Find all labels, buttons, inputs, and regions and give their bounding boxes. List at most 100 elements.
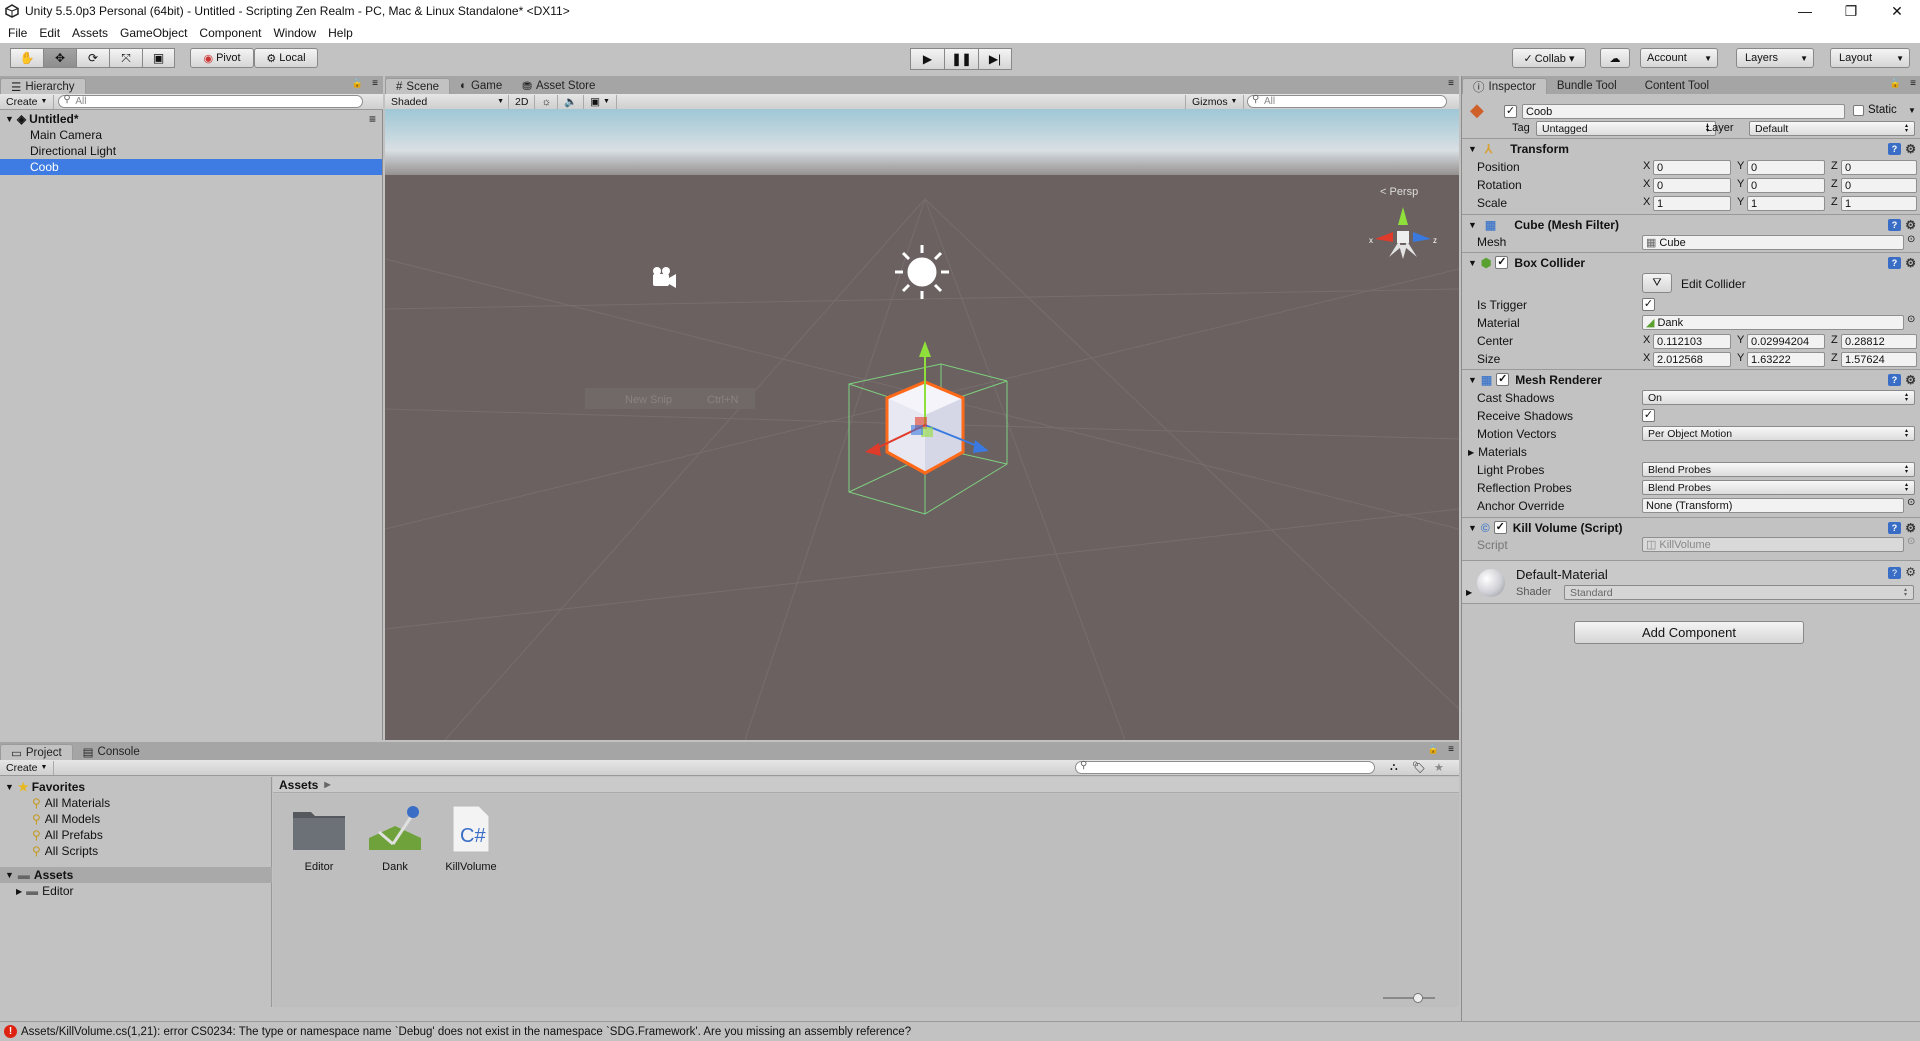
cast-shadows-dropdown[interactable]: On xyxy=(1642,390,1915,405)
lighting-toggle[interactable]: ☼ xyxy=(535,94,559,109)
search-by-label-icon[interactable]: 🏷 xyxy=(1412,761,1426,774)
position-z-field[interactable]: 0 xyxy=(1841,160,1917,175)
hierarchy-item-selected[interactable]: Coob xyxy=(0,159,382,175)
gear-icon[interactable]: ⚙ xyxy=(1905,521,1916,535)
enabled-checkbox[interactable]: ✓ xyxy=(1493,521,1507,534)
menu-assets[interactable]: Assets xyxy=(72,26,108,40)
rotation-x-field[interactable]: 0 xyxy=(1653,178,1731,193)
mesh-object-field[interactable]: ▦ Cube xyxy=(1642,235,1904,250)
pivot-toggle[interactable]: ◉ Pivot xyxy=(190,48,254,68)
lock-icon[interactable]: 🔒 xyxy=(352,78,363,89)
motion-vectors-dropdown[interactable]: Per Object Motion xyxy=(1642,426,1915,441)
box-collider-header[interactable]: ▼ ⬢ ✓ Box Collider ? ⚙ xyxy=(1462,252,1920,272)
maximize-button[interactable]: ❐ xyxy=(1828,0,1874,22)
menu-file[interactable]: File xyxy=(8,26,27,40)
enabled-checkbox[interactable]: ✓ xyxy=(1496,373,1510,386)
close-button[interactable]: ✕ xyxy=(1874,0,1920,22)
add-component-button[interactable]: Add Component xyxy=(1574,621,1804,644)
move-tool-button[interactable]: ✥ xyxy=(43,48,76,68)
project-search-input[interactable] xyxy=(1075,760,1375,774)
reflection-probes-dropdown[interactable]: Blend Probes xyxy=(1642,480,1915,495)
play-button[interactable]: ▶ xyxy=(910,48,944,70)
foldout-arrow-icon[interactable]: ▶ xyxy=(1466,588,1472,597)
asset-item[interactable]: C# KillVolume xyxy=(437,804,505,884)
scene-root[interactable]: ▼ ◈ Untitled* ≡ xyxy=(0,111,382,127)
lock-icon[interactable]: 🔒 xyxy=(1890,78,1901,89)
slider-thumb[interactable] xyxy=(1413,993,1423,1003)
layout-dropdown[interactable]: Layout ▼ xyxy=(1830,48,1910,68)
scene-render[interactable]: New Snip Ctrl+N x z < Persp xyxy=(385,109,1459,740)
static-checkbox[interactable] xyxy=(1853,105,1864,116)
receive-shadows-checkbox[interactable]: ✓ xyxy=(1642,409,1655,422)
tab-scene[interactable]: # Scene xyxy=(385,78,451,94)
tab-hierarchy[interactable]: ☰ Hierarchy xyxy=(0,78,86,94)
cloud-button[interactable]: ☁ xyxy=(1600,48,1630,68)
scene-search-input[interactable]: All xyxy=(1247,94,1447,108)
status-bar[interactable]: ! Assets/KillVolume.cs(1,21): error CS02… xyxy=(0,1021,1920,1041)
tab-content-tool[interactable]: Content Tool xyxy=(1635,78,1719,94)
light-probes-dropdown[interactable]: Blend Probes xyxy=(1642,462,1915,477)
project-create-button[interactable]: Create ▼ xyxy=(0,760,55,775)
shader-dropdown[interactable]: Standard xyxy=(1564,585,1914,600)
favorite-star-icon[interactable]: ★ xyxy=(1434,761,1444,774)
scene-menu-icon[interactable]: ≡ xyxy=(369,112,376,126)
object-name-field[interactable]: Coob xyxy=(1522,104,1845,119)
favorites-root[interactable]: ▼ ★ Favorites xyxy=(0,779,272,795)
minimize-button[interactable]: — xyxy=(1782,0,1828,22)
gear-icon[interactable]: ⚙ xyxy=(1905,256,1916,270)
tag-dropdown[interactable]: Untagged xyxy=(1536,121,1716,136)
help-icon[interactable]: ? xyxy=(1888,373,1901,386)
mesh-filter-header[interactable]: ▼ ▦ Cube (Mesh Filter) ? ⚙ xyxy=(1462,214,1920,234)
assets-root[interactable]: ▼ ▬ Assets xyxy=(0,867,272,883)
active-checkbox[interactable]: ✓ xyxy=(1504,105,1517,118)
panel-menu-icon[interactable]: ≡ xyxy=(1910,78,1916,89)
tab-console[interactable]: ▤ Console xyxy=(73,744,150,760)
materials-row[interactable]: ▶ Materials xyxy=(1462,443,1920,461)
favorite-item[interactable]: ⚲ All Scripts xyxy=(0,843,272,859)
hierarchy-search-input[interactable]: All xyxy=(58,94,364,108)
tab-project[interactable]: ▭ Project xyxy=(0,744,73,760)
size-x-field[interactable]: 2.012568 xyxy=(1653,352,1731,367)
rotation-y-field[interactable]: 0 xyxy=(1747,178,1825,193)
anchor-override-field[interactable]: None (Transform) xyxy=(1642,498,1904,513)
favorite-item[interactable]: ⚲ All Prefabs xyxy=(0,827,272,843)
help-icon[interactable]: ? xyxy=(1888,567,1901,579)
layers-dropdown[interactable]: Layers ▼ xyxy=(1736,48,1814,68)
center-z-field[interactable]: 0.28812 xyxy=(1841,334,1917,349)
collab-button[interactable]: ✓ Collab ▾ xyxy=(1512,48,1586,68)
expand-arrow-icon[interactable]: ▼ xyxy=(5,114,14,124)
edit-collider-button[interactable]: ⛛ xyxy=(1642,273,1672,293)
mesh-renderer-header[interactable]: ▼ ▦ ✓ Mesh Renderer ? ⚙ xyxy=(1462,369,1920,389)
transform-header[interactable]: ▼ ⅄ Transform ? ⚙ xyxy=(1462,138,1920,158)
collider-material-field[interactable]: ◢ Dank xyxy=(1642,315,1904,330)
size-z-field[interactable]: 1.57624 xyxy=(1841,352,1917,367)
center-y-field[interactable]: 0.02994204 xyxy=(1747,334,1825,349)
gear-icon[interactable]: ⚙ xyxy=(1905,218,1916,232)
tab-asset-store[interactable]: ⛃ Asset Store xyxy=(512,78,605,94)
panel-menu-icon[interactable]: ≡ xyxy=(1448,78,1454,89)
favorite-item[interactable]: ⚲ All Models xyxy=(0,811,272,827)
position-x-field[interactable]: 0 xyxy=(1653,160,1731,175)
menu-edit[interactable]: Edit xyxy=(39,26,60,40)
help-icon[interactable]: ? xyxy=(1888,218,1901,231)
scale-y-field[interactable]: 1 xyxy=(1747,196,1825,211)
menu-component[interactable]: Component xyxy=(199,26,261,40)
object-picker-icon[interactable]: ⊙ xyxy=(1907,497,1915,508)
asset-item[interactable]: Editor xyxy=(285,804,353,884)
dropdown-arrow-icon[interactable]: ▼ xyxy=(1908,106,1916,115)
account-dropdown[interactable]: Account ▼ xyxy=(1640,48,1718,68)
rotation-z-field[interactable]: 0 xyxy=(1841,178,1917,193)
favorite-item[interactable]: ⚲ All Materials xyxy=(0,795,272,811)
scale-x-field[interactable]: 1 xyxy=(1653,196,1731,211)
menu-gameobject[interactable]: GameObject xyxy=(120,26,187,40)
pause-button[interactable]: ❚❚ xyxy=(944,48,978,70)
panel-menu-icon[interactable]: ≡ xyxy=(1448,744,1454,755)
menu-help[interactable]: Help xyxy=(328,26,353,40)
menu-window[interactable]: Window xyxy=(273,26,316,40)
hand-tool-button[interactable]: ✋ xyxy=(10,48,43,68)
scale-z-field[interactable]: 1 xyxy=(1841,196,1917,211)
enabled-checkbox[interactable]: ✓ xyxy=(1495,256,1509,269)
gear-icon[interactable]: ⚙ xyxy=(1905,565,1916,579)
object-picker-icon[interactable]: ⊙ xyxy=(1907,234,1915,245)
hierarchy-item[interactable]: Main Camera xyxy=(0,127,382,143)
